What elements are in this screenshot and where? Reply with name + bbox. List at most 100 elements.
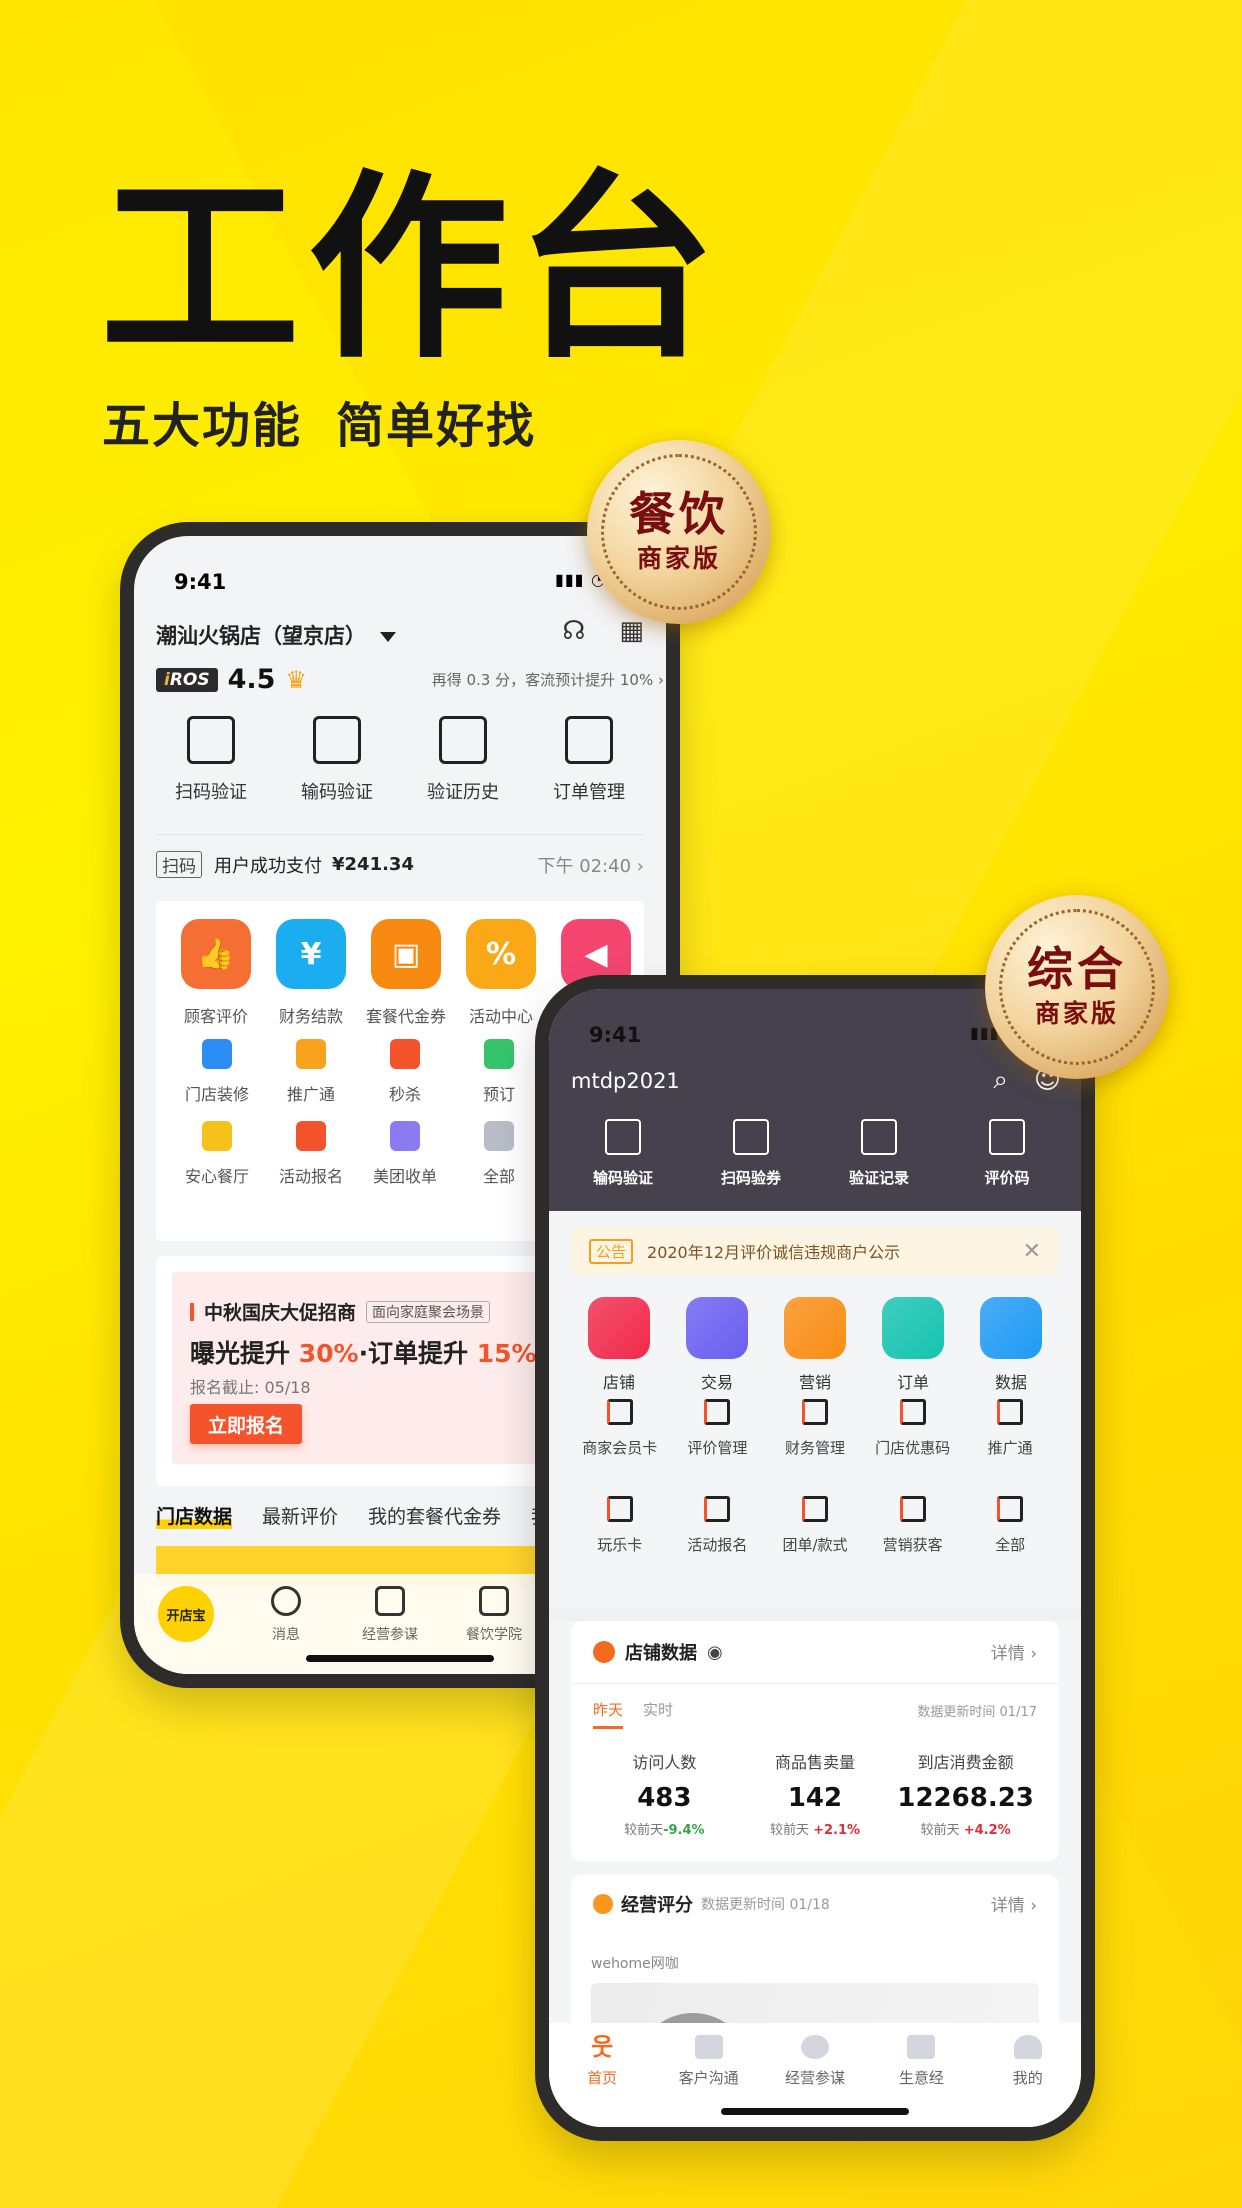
store-name: 潮汕火锅店（望京店） bbox=[156, 624, 366, 648]
quick-action-history[interactable]: 验证历史 bbox=[403, 716, 523, 804]
rating-row[interactable]: iROS 4.5 ♛ 再得 0.3 分，客流预计提升 10% › bbox=[156, 664, 664, 695]
metric-label: 商品售卖量 bbox=[774, 1753, 855, 1772]
feature-item[interactable]: 商家会员卡 bbox=[571, 1399, 669, 1458]
feature-label: 评价管理 bbox=[687, 1439, 748, 1457]
compare-label: 较前天 bbox=[920, 1823, 964, 1838]
feature-item[interactable]: 财务管理 bbox=[766, 1399, 864, 1458]
kaidianbao-logo[interactable]: 开店宝 bbox=[158, 1586, 214, 1642]
details-link[interactable]: 详情 › bbox=[991, 1639, 1037, 1664]
qr-code-icon[interactable]: ▦ bbox=[619, 616, 644, 646]
feature-item[interactable]: 店铺 bbox=[587, 1297, 651, 1393]
tab-latest-reviews[interactable]: 最新评价 bbox=[262, 1502, 338, 1529]
payment-time: 下午 02:40 › bbox=[537, 855, 644, 877]
feature-item[interactable]: 推广通 bbox=[961, 1399, 1059, 1458]
feature-item[interactable]: 推广通 bbox=[264, 1039, 358, 1105]
payment-notice[interactable]: 扫码 用户成功支付 ¥241.34 下午 02:40 › bbox=[156, 851, 644, 878]
quick-action-review-code[interactable]: 评价码 bbox=[952, 1119, 1062, 1188]
eye-icon[interactable]: ◉ bbox=[707, 1642, 723, 1663]
feature-item[interactable]: 美团收单 bbox=[358, 1121, 452, 1187]
feature-label: 美团收单 bbox=[372, 1167, 437, 1186]
tab-realtime[interactable]: 实时 bbox=[643, 1699, 673, 1729]
feature-label: 财务结款 bbox=[278, 1007, 343, 1026]
metric-value: 483 bbox=[637, 1783, 692, 1813]
tab-store-data[interactable]: 门店数据 bbox=[156, 1502, 233, 1529]
home-indicator bbox=[306, 1655, 494, 1662]
tab-my-vouchers[interactable]: 我的套餐代金券 bbox=[368, 1502, 501, 1529]
feature-item[interactable]: % 活动中心 bbox=[466, 919, 536, 1027]
tab-business-advisor[interactable]: 经营参谋 bbox=[338, 1586, 442, 1644]
home-person-icon: 웃 bbox=[591, 2033, 614, 2061]
tab-mine[interactable]: 我的 bbox=[978, 2035, 1078, 2127]
update-time: 数据更新时间 01/17 bbox=[917, 1705, 1037, 1720]
tab-messages[interactable]: 消息 bbox=[234, 1586, 338, 1644]
scan-icon bbox=[187, 716, 235, 764]
announcement-bar[interactable]: 公告 2020年12月评价诚信违规商户公示 ✕ bbox=[571, 1227, 1059, 1275]
feature-label: 团单/款式 bbox=[782, 1536, 848, 1554]
feature-item[interactable]: 订单 bbox=[881, 1297, 945, 1393]
feature-icon bbox=[484, 1121, 514, 1151]
quick-actions: 扫码验证 输码验证 验证历史 订单管理 bbox=[134, 716, 666, 804]
feature-item[interactable]: 门店优惠码 bbox=[864, 1399, 962, 1458]
feature-icon bbox=[801, 1399, 828, 1425]
content-tabs: 门店数据 最新评价 我的套餐代金券 我 bbox=[156, 1502, 550, 1529]
store-data-card: 店铺数据 ◉ 详情 › 昨天 实时 数据更新时间 01/17 访问人数 483 较前天… bbox=[571, 1621, 1059, 1861]
feature-item[interactable]: 全部 bbox=[961, 1496, 1059, 1555]
keypad-icon bbox=[605, 1119, 641, 1155]
status-bar: 9:41 ▮▮▮ ◔ bbox=[134, 536, 666, 616]
close-icon[interactable]: ✕ bbox=[1023, 1239, 1041, 1264]
score-title: 经营评分 bbox=[621, 1895, 693, 1916]
payment-amount: ¥241.34 bbox=[332, 854, 414, 875]
feature-item[interactable]: 秒杀 bbox=[358, 1039, 452, 1105]
details-link[interactable]: 详情 › bbox=[991, 1891, 1037, 1916]
quick-action-code[interactable]: 输码验证 bbox=[568, 1119, 678, 1188]
user-icon bbox=[1013, 2035, 1042, 2059]
feature-item[interactable]: 营销 bbox=[783, 1297, 847, 1393]
feature-item[interactable]: 活动报名 bbox=[669, 1496, 767, 1555]
general-edition-badge: 综合 商家版 bbox=[985, 895, 1169, 1079]
quick-action-code[interactable]: 输码验证 bbox=[277, 716, 397, 804]
feature-item[interactable]: 数据 bbox=[979, 1297, 1043, 1393]
feature-item[interactable]: 营销获客 bbox=[864, 1496, 962, 1555]
search-icon[interactable]: ⌕ bbox=[993, 1065, 1008, 1096]
feature-item[interactable]: 全部 bbox=[452, 1121, 546, 1187]
feature-item[interactable]: 玩乐卡 bbox=[571, 1496, 669, 1555]
delta-value: +4.2% bbox=[963, 1823, 1011, 1838]
ros-badge: iROS bbox=[156, 667, 218, 692]
feature-icon: ¥ bbox=[276, 919, 346, 989]
feature-label: 顾客评价 bbox=[183, 1007, 248, 1026]
tab-yesterday[interactable]: 昨天 bbox=[593, 1699, 624, 1729]
store-selector[interactable]: 潮汕火锅店（望京店） bbox=[156, 620, 396, 650]
feature-icon bbox=[296, 1121, 326, 1151]
feature-label: 商家会员卡 bbox=[582, 1439, 658, 1457]
feature-item[interactable]: 安心餐厅 bbox=[170, 1121, 264, 1187]
feature-icon bbox=[296, 1039, 326, 1069]
quick-action-records[interactable]: 验证记录 bbox=[824, 1119, 934, 1188]
receipt-icon bbox=[861, 1119, 897, 1155]
feature-item[interactable]: ▣ 套餐代金券 bbox=[366, 919, 446, 1027]
status-time: 9:41 bbox=[589, 1023, 642, 1047]
feature-item[interactable]: 👍 顾客评价 bbox=[181, 919, 251, 1027]
tab-home[interactable]: 웃 首页 bbox=[552, 2035, 652, 2127]
feature-item[interactable]: 活动报名 bbox=[264, 1121, 358, 1187]
quick-action-orders[interactable]: 订单管理 bbox=[529, 716, 649, 804]
feature-item[interactable]: ¥ 财务结款 bbox=[276, 919, 346, 1027]
feature-label: 推广通 bbox=[987, 1439, 1033, 1457]
divider bbox=[156, 834, 644, 835]
feature-icon: 👍 bbox=[181, 919, 251, 989]
feature-item[interactable]: 交易 bbox=[685, 1297, 749, 1393]
secondary-features: 商家会员卡 评价管理 财务管理 门店优惠码 推广通玩乐卡 活动报名 团单/款式 营销获客 全部 bbox=[571, 1399, 1059, 1555]
feature-item[interactable]: 门店装修 bbox=[170, 1039, 264, 1105]
signup-button[interactable]: 立即报名 bbox=[190, 1404, 302, 1444]
tab-academy[interactable]: 餐饮学院 bbox=[442, 1586, 546, 1644]
hero-subtitle-part: 简单好找 bbox=[336, 398, 537, 454]
feature-item[interactable]: 评价管理 bbox=[669, 1399, 767, 1458]
feature-item[interactable]: 团单/款式 bbox=[766, 1496, 864, 1555]
metric-label: 访问人数 bbox=[632, 1753, 697, 1772]
feature-icon bbox=[980, 1297, 1042, 1359]
feature-item[interactable]: 预订 bbox=[452, 1039, 546, 1105]
feature-label: 营销 bbox=[798, 1373, 831, 1392]
support-icon[interactable]: ☊ bbox=[562, 616, 585, 646]
quick-action-scan[interactable]: 扫码验券 bbox=[696, 1119, 806, 1188]
account-name: mtdp2021 bbox=[571, 1069, 680, 1093]
quick-action-scan[interactable]: 扫码验证 bbox=[151, 716, 271, 804]
